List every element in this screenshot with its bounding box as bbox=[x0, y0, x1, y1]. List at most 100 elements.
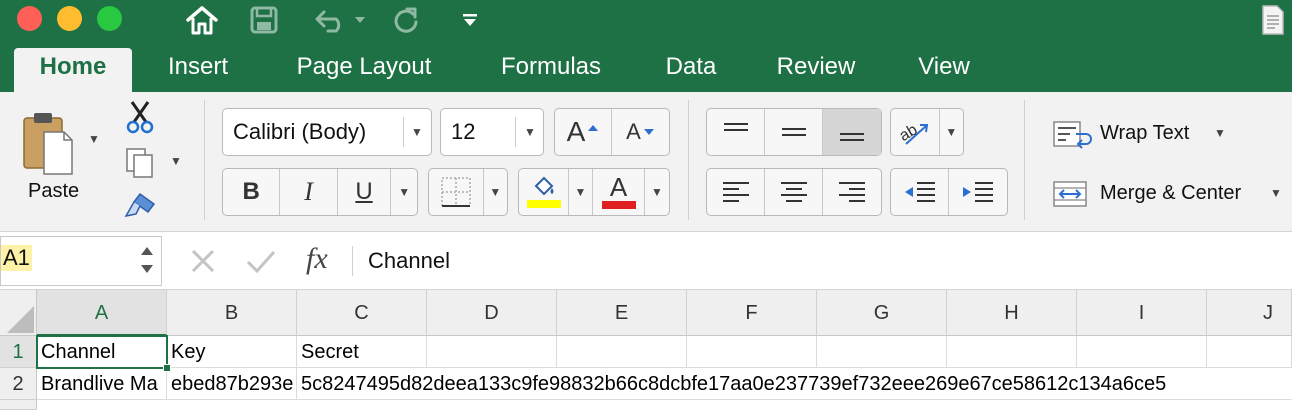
group-separator bbox=[1024, 100, 1025, 220]
orientation-dropdown[interactable]: ▼ bbox=[940, 109, 963, 155]
align-middle-button[interactable] bbox=[765, 109, 823, 155]
fill-handle[interactable] bbox=[163, 364, 171, 372]
column-header-e[interactable]: E bbox=[557, 290, 687, 336]
decrease-indent-button[interactable] bbox=[891, 169, 949, 215]
chevron-down-icon: ▼ bbox=[1270, 186, 1282, 200]
font-color-button[interactable]: A bbox=[593, 169, 645, 215]
font-color-glyph: A bbox=[609, 172, 628, 202]
cell-c1[interactable]: Secret bbox=[297, 336, 427, 368]
tab-page-layout[interactable]: Page Layout bbox=[274, 44, 454, 92]
align-center-icon bbox=[780, 182, 807, 202]
cell-i1[interactable] bbox=[1077, 336, 1207, 368]
orientation-button[interactable]: ab bbox=[891, 109, 940, 155]
paint-bucket-icon bbox=[534, 176, 553, 196]
column-header-c[interactable]: C bbox=[297, 290, 427, 336]
font-size-dropdown[interactable]: 12 ▼ bbox=[440, 108, 544, 156]
paste-icon[interactable] bbox=[20, 110, 76, 176]
redo-icon[interactable] bbox=[388, 2, 424, 38]
column-header-i[interactable]: I bbox=[1077, 290, 1207, 336]
select-all-button[interactable] bbox=[0, 290, 37, 336]
tab-insert[interactable]: Insert bbox=[148, 44, 248, 92]
merge-center-label: Merge & Center bbox=[1100, 182, 1242, 204]
cell-e1[interactable] bbox=[557, 336, 687, 368]
arrow-up-icon bbox=[588, 125, 599, 131]
column-header-f[interactable]: F bbox=[687, 290, 817, 336]
column-header-g[interactable]: G bbox=[817, 290, 947, 336]
fill-color-button[interactable] bbox=[519, 169, 569, 215]
column-header-h[interactable]: H bbox=[947, 290, 1077, 336]
bold-glyph: B bbox=[242, 178, 260, 205]
column-header-d[interactable]: D bbox=[427, 290, 557, 336]
underline-dropdown[interactable]: ▼ bbox=[391, 169, 417, 215]
borders-dropdown[interactable]: ▼ bbox=[484, 169, 507, 215]
row-header-1[interactable]: 1 bbox=[0, 336, 37, 368]
tab-home[interactable]: Home bbox=[14, 48, 132, 94]
tab-data[interactable]: Data bbox=[650, 44, 732, 92]
increase-font-size-button[interactable]: A bbox=[555, 109, 613, 155]
row-header-2[interactable]: 2 bbox=[0, 368, 37, 400]
font-size-value: 12 bbox=[451, 119, 476, 144]
cell-g1[interactable] bbox=[817, 336, 947, 368]
format-painter-icon[interactable] bbox=[122, 190, 158, 220]
name-box-stepper-icon[interactable] bbox=[139, 243, 155, 277]
copy-icon[interactable] bbox=[124, 146, 156, 180]
copy-dropdown-icon[interactable]: ▼ bbox=[170, 154, 182, 168]
borders-button[interactable] bbox=[429, 169, 484, 215]
tab-formulas[interactable]: Formulas bbox=[482, 44, 620, 92]
font-name-dropdown[interactable]: Calibri (Body) ▼ bbox=[222, 108, 432, 156]
fill-color-swatch bbox=[526, 200, 561, 208]
cell-f1[interactable] bbox=[687, 336, 817, 368]
wrap-text-button[interactable]: Wrap Text ▼ bbox=[1050, 116, 1230, 152]
customize-toolbar-icon[interactable] bbox=[458, 2, 482, 38]
cell-h1[interactable] bbox=[947, 336, 1077, 368]
undo-icon[interactable] bbox=[310, 2, 350, 38]
column-header-b[interactable]: B bbox=[167, 290, 297, 336]
column-header-a[interactable]: A bbox=[37, 290, 167, 336]
column-header-j[interactable]: J bbox=[1207, 290, 1292, 336]
increase-indent-button[interactable] bbox=[949, 169, 1007, 215]
decrease-font-size-button[interactable]: A bbox=[612, 109, 669, 155]
wrap-text-label: Wrap Text bbox=[1100, 122, 1190, 144]
cell-a1[interactable]: Channel bbox=[37, 336, 167, 368]
horizontal-align-group bbox=[706, 168, 882, 216]
undo-dropdown-icon[interactable] bbox=[352, 2, 368, 38]
cell-a2[interactable]: Brandlive Ma bbox=[37, 368, 167, 400]
cell-d1[interactable] bbox=[427, 336, 557, 368]
ribbon-home: ▼ Paste ▼ Calibri (Body) ▼ 12 ▼ A A B I … bbox=[0, 92, 1292, 232]
align-left-button[interactable] bbox=[707, 169, 765, 215]
fill-color-dropdown[interactable]: ▼ bbox=[569, 169, 593, 215]
home-icon[interactable] bbox=[184, 2, 220, 38]
decrease-font-glyph: A bbox=[626, 119, 641, 144]
divider bbox=[403, 117, 404, 147]
align-bottom-button[interactable] bbox=[823, 109, 881, 155]
align-center-button[interactable] bbox=[765, 169, 823, 215]
minimize-window-button[interactable] bbox=[57, 6, 82, 31]
align-right-button[interactable] bbox=[823, 169, 881, 215]
formula-input[interactable]: Channel bbox=[368, 248, 450, 274]
cell-b1[interactable]: Key bbox=[167, 336, 297, 368]
save-icon[interactable] bbox=[248, 2, 280, 38]
tab-review[interactable]: Review bbox=[760, 44, 872, 92]
zoom-window-button[interactable] bbox=[97, 6, 122, 31]
italic-button[interactable]: I bbox=[280, 169, 338, 215]
cell-j1[interactable] bbox=[1207, 336, 1292, 368]
align-top-button[interactable] bbox=[707, 109, 765, 155]
cancel-entry-icon[interactable] bbox=[188, 246, 218, 276]
paste-label[interactable]: Paste bbox=[28, 180, 79, 203]
cut-icon[interactable] bbox=[124, 100, 156, 134]
bold-button[interactable]: B bbox=[223, 169, 281, 215]
wrap-text-icon bbox=[1053, 121, 1092, 149]
worksheet-grid: A B C D E F G H I J 1 Channel Key Secret… bbox=[0, 290, 1292, 410]
close-window-button[interactable] bbox=[17, 6, 42, 31]
paste-dropdown-icon[interactable]: ▼ bbox=[88, 132, 100, 146]
merge-center-button[interactable]: Merge & Center ▼ bbox=[1050, 176, 1286, 212]
name-box[interactable]: A1 bbox=[0, 236, 162, 286]
row-header-3[interactable] bbox=[0, 400, 37, 410]
confirm-entry-icon[interactable] bbox=[244, 246, 278, 276]
cell-c2[interactable]: 5c8247495d82deea133c9fe98832b66c8dcbfe17… bbox=[297, 368, 1292, 400]
tab-view[interactable]: View bbox=[900, 44, 988, 92]
underline-button[interactable]: U bbox=[338, 169, 392, 215]
insert-function-button[interactable]: fx bbox=[306, 242, 328, 276]
cell-b2[interactable]: ebed87b293e bbox=[167, 368, 297, 400]
font-color-dropdown[interactable]: ▼ bbox=[645, 169, 669, 215]
